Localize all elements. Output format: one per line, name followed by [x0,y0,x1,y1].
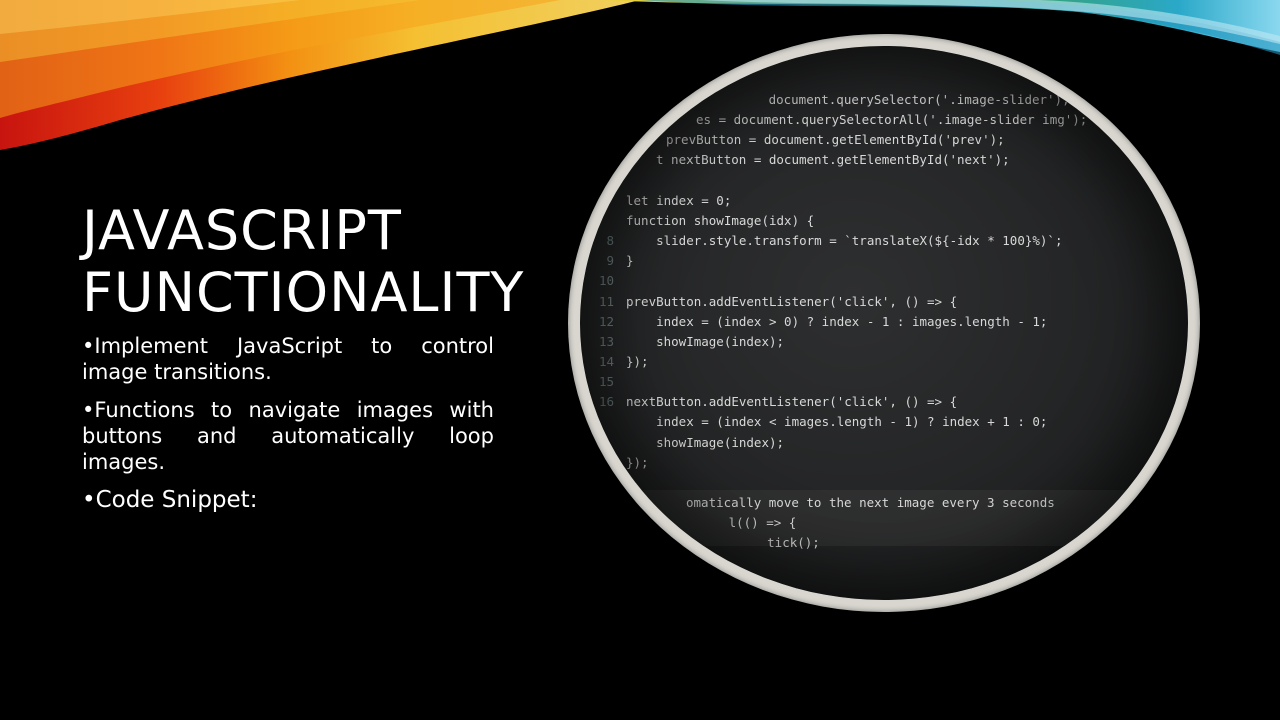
image-vignette [580,46,1188,600]
bullet-item: •Code Snippet: [82,487,258,513]
bullet-item: •Functions to navigate images with butto… [82,398,494,474]
slide-title: JAVASCRIPT FUNCTIONALITY [82,200,562,324]
bullet-list: •Implement JavaScript to control image t… [82,333,494,525]
slide-title-line: JAVASCRIPT [82,199,402,262]
bullet-item: •Implement JavaScript to control image t… [82,334,494,384]
slide: JAVASCRIPT FUNCTIONALITY •Implement Java… [0,0,1280,720]
slide-title-line: FUNCTIONALITY [82,261,525,324]
code-screenshot-image: document.querySelector('.image-slider');… [580,46,1188,600]
